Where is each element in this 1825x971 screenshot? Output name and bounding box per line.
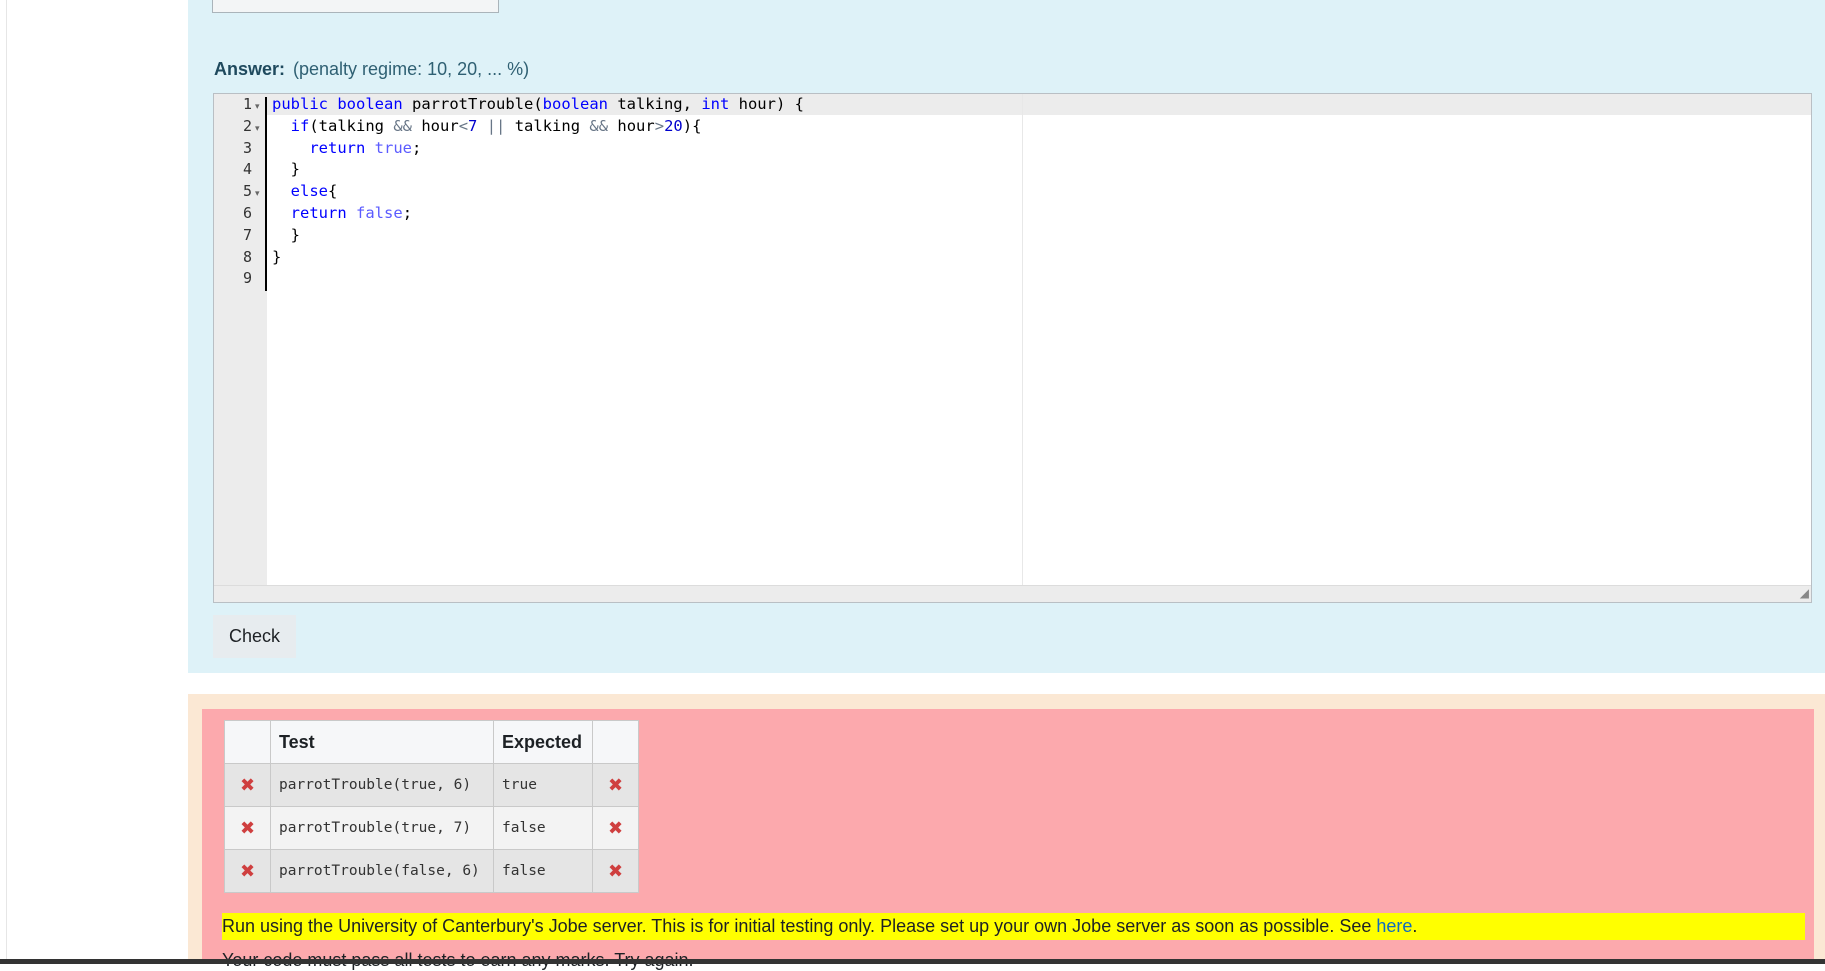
line-number: 8 xyxy=(242,247,252,266)
line-number: 1 xyxy=(242,95,252,113)
fail-icon: ✖ xyxy=(607,774,624,796)
code-line[interactable]: } xyxy=(272,247,281,269)
jobe-notice-text: Run using the University of Canterbury's… xyxy=(222,916,1377,936)
fail-icon: ✖ xyxy=(239,860,256,882)
editor-gutter: 1 ▾ 2 ▾ 3 4 5 ▾ 6 7 8 9 xyxy=(214,94,267,586)
table-row: ✖ parrotTrouble(false, 6) false ✖ xyxy=(224,849,639,893)
fold-toggle-icon[interactable]: ▾ xyxy=(255,184,260,202)
code-line[interactable]: } xyxy=(272,225,300,247)
code-editor[interactable]: 1 ▾ 2 ▾ 3 4 5 ▾ 6 7 8 9 public boolean parrotTroubl… xyxy=(213,93,1812,603)
jobe-here-link[interactable]: here xyxy=(1376,916,1412,936)
resize-handle-icon[interactable]: ◢ xyxy=(1800,586,1809,600)
fail-icon: ✖ xyxy=(239,817,256,839)
code-line[interactable]: } xyxy=(272,159,300,181)
expected-cell: true xyxy=(493,763,593,807)
fail-icon: ✖ xyxy=(239,774,256,796)
editor-horizontal-scrollbar[interactable] xyxy=(214,585,1811,602)
code-line[interactable]: public boolean parrotTrouble(boolean tal… xyxy=(272,94,804,116)
answer-heading: Answer: (penalty regime: 10, 20, ... %) xyxy=(214,59,529,80)
code-line[interactable]: else{ xyxy=(272,181,338,203)
code-line[interactable]: return false; xyxy=(272,203,412,225)
fail-icon: ✖ xyxy=(607,817,624,839)
jobe-notice-suffix: . xyxy=(1412,916,1418,936)
print-margin xyxy=(1022,94,1023,586)
expected-cell: false xyxy=(493,849,593,893)
line-number: 9 xyxy=(242,269,252,288)
line-number: 2 xyxy=(242,116,252,135)
test-cell: parrotTrouble(true, 6) xyxy=(270,763,494,807)
penalty-regime: (penalty regime: 10, 20, ... %) xyxy=(293,59,530,79)
line-number: 4 xyxy=(242,160,252,179)
line-number: 3 xyxy=(242,138,252,157)
page-left-border xyxy=(0,0,7,964)
results-header-row: Test Expected xyxy=(224,720,639,764)
line-number: 6 xyxy=(242,204,252,222)
bottom-edge xyxy=(0,959,1825,964)
fold-toggle-icon[interactable]: ▾ xyxy=(255,119,260,137)
code-line[interactable]: if(talking && hour<7 || talking && hour>… xyxy=(272,116,702,138)
test-results-table: Test Expected ✖ parrotTrouble(true, 6) t… xyxy=(224,720,639,893)
status-column-header xyxy=(224,720,271,764)
expected-cell: false xyxy=(493,806,593,850)
result-column-header xyxy=(592,720,639,764)
table-row: ✖ parrotTrouble(true, 7) false ✖ xyxy=(224,806,639,850)
previous-table-remnant xyxy=(212,0,500,13)
expected-column-header: Expected xyxy=(493,720,593,764)
jobe-server-notice: Run using the University of Canterbury's… xyxy=(222,913,1805,940)
table-row: ✖ parrotTrouble(true, 6) true ✖ xyxy=(224,763,639,807)
test-column-header: Test xyxy=(270,720,494,764)
test-cell: parrotTrouble(false, 6) xyxy=(270,849,494,893)
check-button[interactable]: Check xyxy=(213,615,296,658)
code-line[interactable]: return true; xyxy=(272,138,421,160)
test-cell: parrotTrouble(true, 7) xyxy=(270,806,494,850)
line-number: 5 xyxy=(242,182,252,201)
fail-icon: ✖ xyxy=(607,860,624,882)
answer-label: Answer: xyxy=(214,59,286,79)
text-cursor xyxy=(265,97,267,291)
fold-toggle-icon[interactable]: ▾ xyxy=(255,97,260,115)
line-number: 7 xyxy=(242,225,252,244)
